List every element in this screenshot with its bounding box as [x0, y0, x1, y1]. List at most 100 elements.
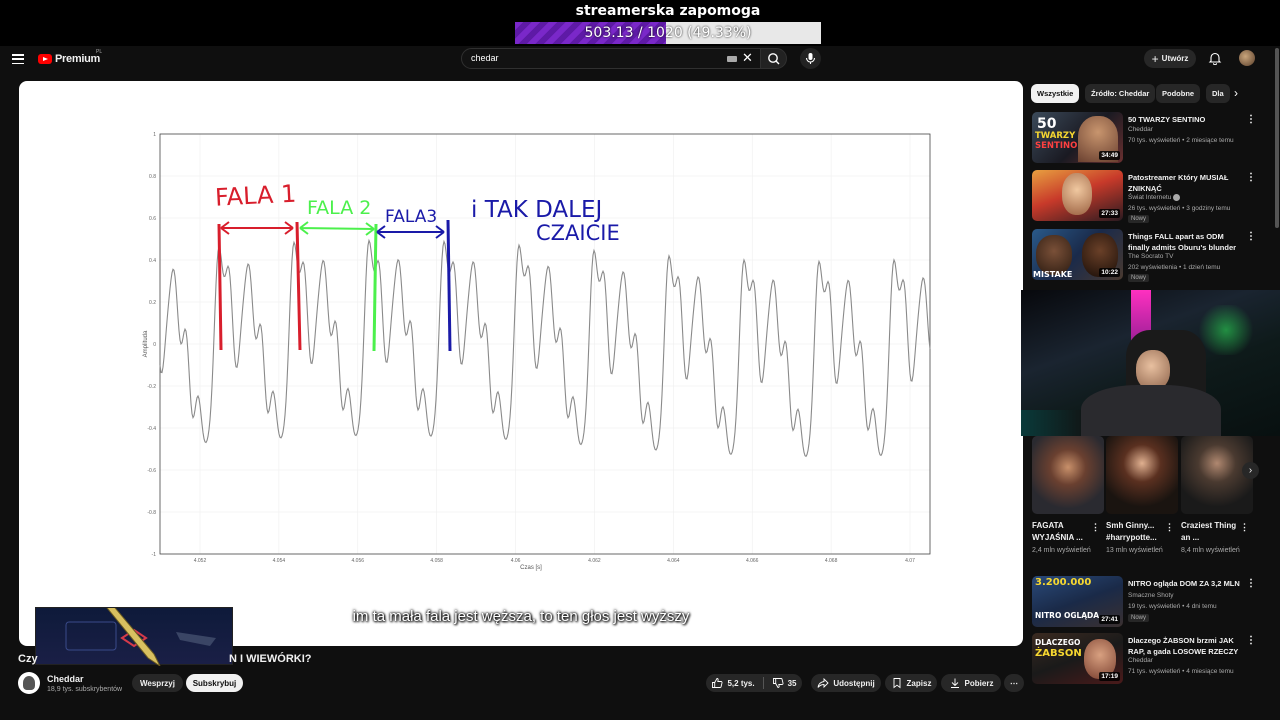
thumb-face	[1062, 173, 1092, 215]
short-thumbnail[interactable]	[1181, 436, 1253, 514]
wave3-bound	[446, 219, 452, 352]
search-input[interactable]: chedar ✕	[461, 48, 761, 69]
chip-for-you[interactable]: Dla	[1206, 84, 1230, 103]
filter-chips: Wszystkie Źródło: Cheddar Podobne Dla	[1031, 84, 1246, 103]
support-label: Wesprzyj	[140, 678, 175, 688]
video-meta: 26 tys. wyświetleń • 3 godziny temu	[1128, 205, 1231, 212]
y-tick-label: 0	[153, 342, 156, 348]
create-button[interactable]: + Utwórz	[1144, 49, 1196, 68]
short-thumbnail[interactable]	[1106, 436, 1178, 514]
more-options-icon[interactable]: ⋮	[1246, 231, 1256, 242]
short-title[interactable]: Smh Ginny... #harrypotte...	[1106, 520, 1168, 544]
more-options-icon[interactable]: ⋮	[1165, 522, 1174, 533]
short-thumbnail[interactable]	[1032, 436, 1104, 514]
y-tick-label: -0.2	[147, 384, 156, 390]
create-label: Utwórz	[1161, 54, 1189, 63]
recommended-video[interactable]: MISTAKE 10:22 Things FALL apart as ODM f…	[1032, 229, 1262, 282]
download-icon	[950, 678, 959, 688]
channel-avatar[interactable]	[18, 672, 40, 694]
stream-game-overlay	[35, 589, 233, 668]
video-channel[interactable]: Cheddar	[1128, 657, 1153, 664]
x-tick-label: 4.062	[588, 558, 601, 564]
video-channel[interactable]: Świat Internetu	[1128, 194, 1181, 201]
more-options-icon[interactable]: ⋮	[1240, 522, 1249, 533]
more-options-icon[interactable]: ⋮	[1246, 635, 1256, 646]
region-code: PL	[96, 49, 103, 55]
video-title[interactable]: Patostreamer Który MUSIAŁ ZNIKNĄĆ	[1128, 172, 1240, 194]
y-tick-label: -0.6	[147, 468, 156, 474]
short-item[interactable]: Craziest Thing an ... 8,4 mln wyświetleń…	[1181, 436, 1253, 556]
more-options-icon[interactable]: ⋮	[1246, 578, 1256, 589]
recommended-video[interactable]: 27:33 Patostreamer Który MUSIAŁ ZNIKNĄĆ …	[1032, 170, 1262, 223]
webcam-face	[1136, 350, 1170, 390]
recommended-video[interactable]: 3.200.000 NITRO OGLĄDA 27:41 NITRO ogląd…	[1032, 576, 1262, 628]
rest-label-line1: i TAK DALEJ	[471, 197, 602, 223]
x-tick-label: 4.056	[352, 558, 365, 564]
search-icon	[768, 53, 780, 65]
goal-progress-text: 503.13 / 1020 (49.33%)	[584, 25, 752, 41]
bookmark-icon	[893, 678, 900, 689]
chip-source[interactable]: Źródło: Cheddar	[1085, 84, 1156, 103]
more-actions-button[interactable]: ⋯	[1004, 674, 1024, 692]
keyboard-icon[interactable]	[727, 56, 737, 62]
channel-name[interactable]: Cheddar	[47, 674, 84, 684]
x-tick-label: 4.064	[667, 558, 680, 564]
video-duration: 10:22	[1099, 268, 1120, 277]
video-duration: 27:41	[1099, 615, 1120, 624]
more-options-icon[interactable]: ⋮	[1246, 114, 1256, 125]
video-channel[interactable]: Smaczne Shoty	[1128, 592, 1174, 599]
short-title[interactable]: FAGATA WYJAŚNIA ...	[1032, 520, 1094, 544]
video-player[interactable]: 1 0.8 0.6 0.4 0.2 0 -0.2 -0.4 -0.6 -0.8 -1 4.052 4.0…	[19, 81, 1023, 646]
chips-next-icon[interactable]: ›	[1234, 86, 1238, 100]
x-tick-label: 4.06	[511, 558, 521, 564]
bell-icon[interactable]	[1208, 51, 1222, 65]
voice-search-button[interactable]	[800, 48, 821, 69]
y-tick-label: 0.4	[149, 258, 156, 264]
search-button[interactable]	[760, 48, 787, 69]
short-item[interactable]: Smh Ginny... #harrypotte... 13 mln wyświ…	[1106, 436, 1178, 556]
video-thumbnail[interactable]: MISTAKE 10:22	[1032, 229, 1123, 280]
channel-subscribers: 18,9 tys. subskrybentów	[47, 686, 123, 693]
account-avatar[interactable]	[1239, 50, 1255, 66]
share-icon	[817, 677, 829, 689]
short-views: 13 mln wyświetleń	[1106, 547, 1163, 554]
more-options-icon[interactable]: ⋮	[1091, 522, 1100, 533]
menu-icon[interactable]	[12, 54, 24, 64]
video-title[interactable]: 50 TWARZY SENTINO	[1128, 114, 1240, 125]
youtube-logo[interactable]: Premium	[38, 53, 100, 65]
wave2-bound	[372, 223, 378, 352]
subscribe-button[interactable]: Subskrybuj	[186, 674, 243, 692]
more-options-icon[interactable]: ⋮	[1246, 172, 1256, 183]
save-button[interactable]: Zapisz	[885, 674, 937, 692]
support-button[interactable]: Wesprzyj	[132, 674, 183, 692]
video-title[interactable]: Things FALL apart as ODM finally admits …	[1128, 231, 1240, 253]
chip-all[interactable]: Wszystkie	[1031, 84, 1080, 103]
video-title[interactable]: NITRO ogląda DOM ZA 3,2 MLN	[1128, 578, 1240, 589]
video-channel[interactable]: The Socrato TV	[1128, 253, 1173, 260]
video-channel[interactable]: Cheddar	[1128, 126, 1153, 133]
video-thumbnail[interactable]: DLACZEGO ŻABSON 17:19	[1032, 633, 1123, 684]
x-tick-label: 4.052	[194, 558, 207, 564]
shorts-next-icon[interactable]: ›	[1242, 462, 1259, 479]
video-meta: 70 tys. wyświetleń • 2 miesiące temu	[1128, 137, 1234, 144]
short-title[interactable]: Craziest Thing an ...	[1181, 520, 1243, 544]
download-button[interactable]: Pobierz	[941, 674, 1001, 692]
plus-icon: +	[1151, 51, 1159, 66]
thumb-text: 50	[1037, 116, 1057, 132]
video-thumbnail[interactable]: 50 TWARZY SENTINO 34:49	[1032, 112, 1123, 163]
wave3-label: FALA3	[385, 207, 437, 227]
like-icon[interactable]	[711, 677, 723, 689]
video-thumbnail[interactable]: 27:33	[1032, 170, 1123, 221]
thumb-text: 3.200.000	[1035, 577, 1092, 588]
dislike-icon[interactable]	[772, 677, 784, 689]
page-scrollbar[interactable]	[1275, 48, 1279, 228]
video-title[interactable]: Dlaczego ŻABSON brzmi JAK RAP, a gada LO…	[1128, 635, 1240, 657]
y-tick-label: -1	[152, 552, 157, 558]
recommended-video[interactable]: DLACZEGO ŻABSON 17:19 Dlaczego ŻABSON br…	[1032, 633, 1262, 685]
short-item[interactable]: FAGATA WYJAŚNIA ... 2,4 mln wyświetleń ⋮	[1032, 436, 1104, 556]
share-button[interactable]: Udostępnij	[811, 674, 881, 692]
recommended-video[interactable]: 50 TWARZY SENTINO 34:49 50 TWARZY SENTIN…	[1032, 112, 1262, 164]
clear-search-icon[interactable]: ✕	[742, 50, 753, 66]
chip-related[interactable]: Podobne	[1156, 84, 1201, 103]
video-thumbnail[interactable]: 3.200.000 NITRO OGLĄDA 27:41	[1032, 576, 1123, 627]
